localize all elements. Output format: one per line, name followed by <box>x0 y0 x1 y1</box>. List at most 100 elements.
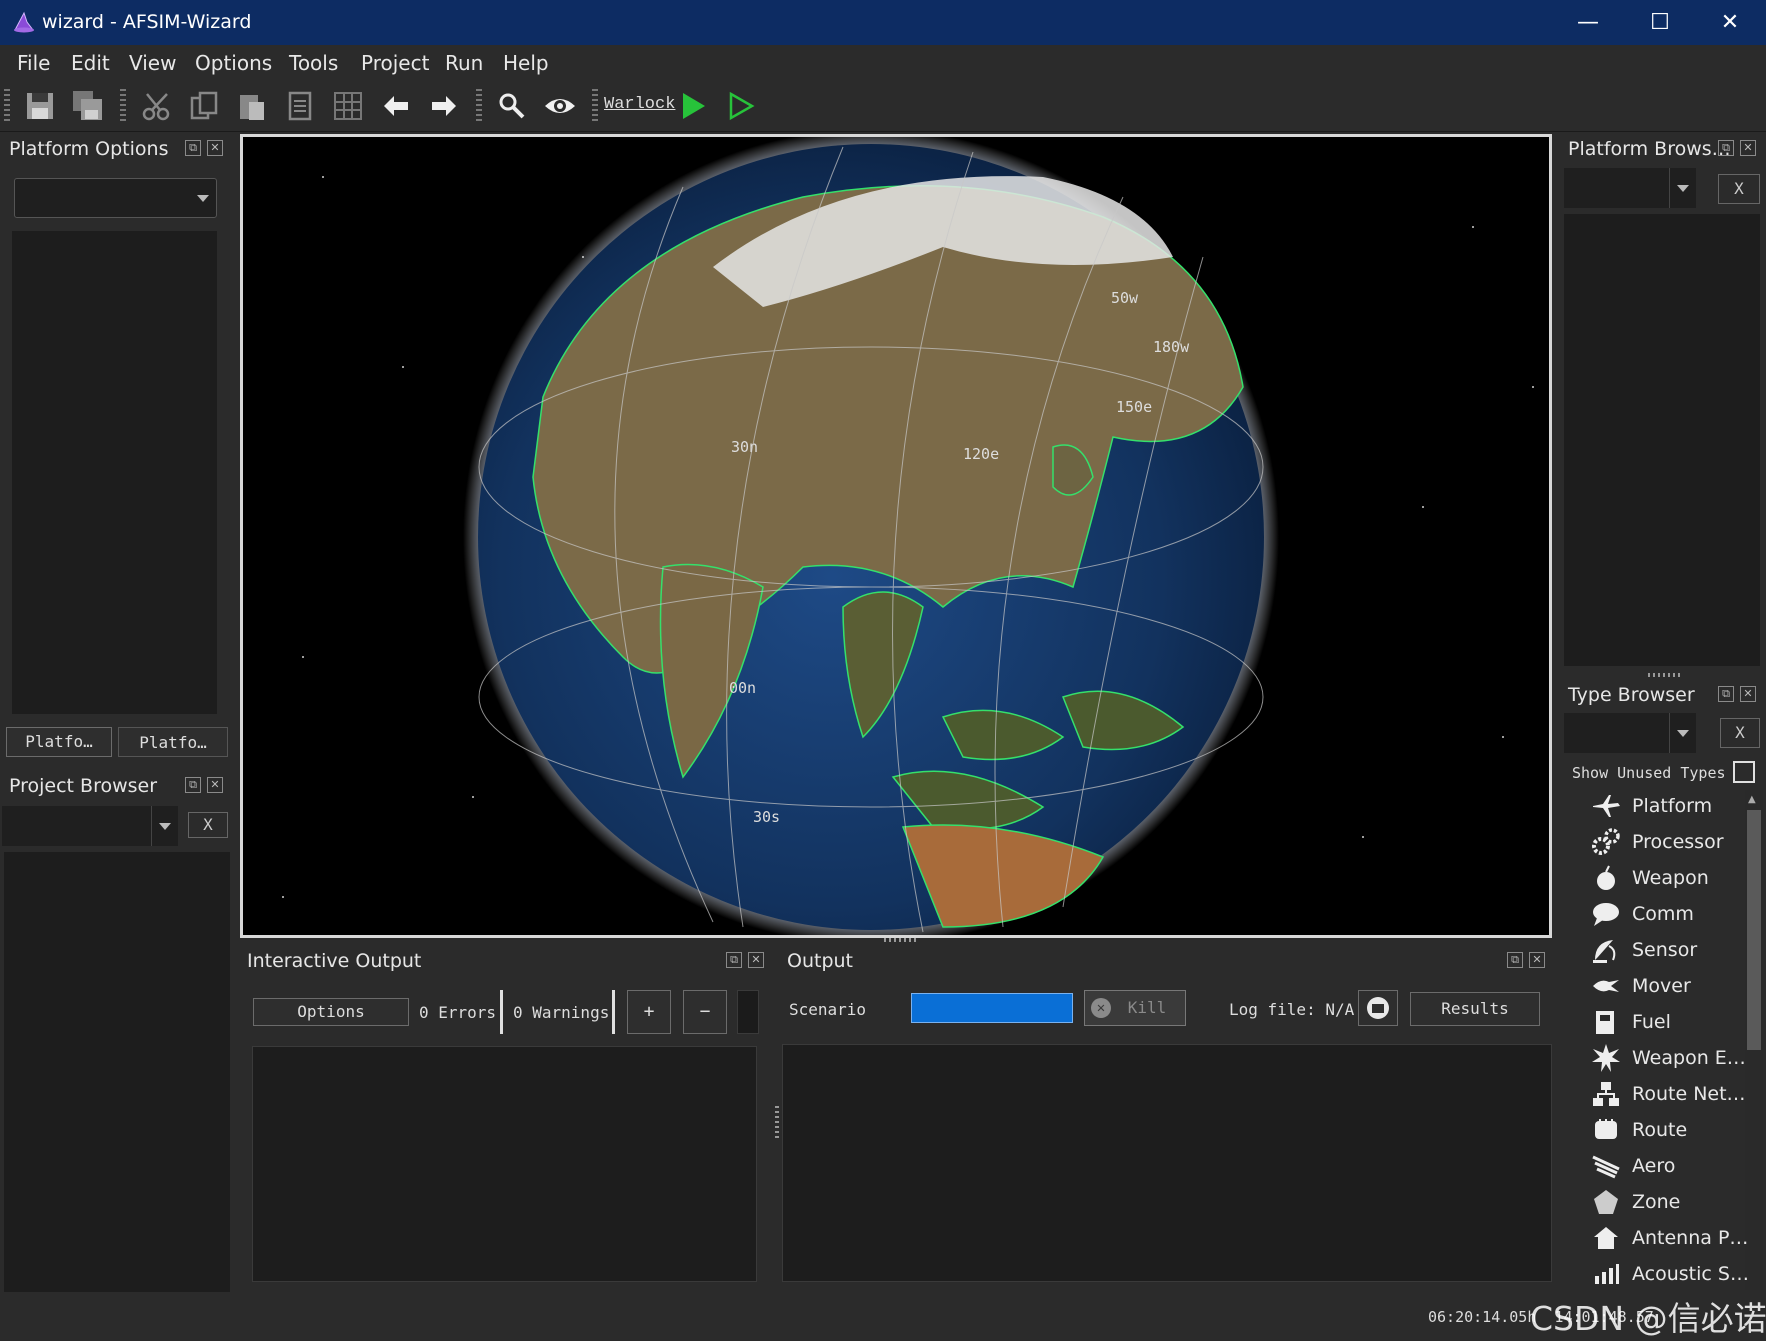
globe-canvas[interactable]: 50w 180w 150e 120e 30n 00n 30s <box>243 129 1549 945</box>
close-button[interactable]: ✕ <box>1694 0 1766 45</box>
type-browser-combo[interactable] <box>1564 713 1696 753</box>
toolbar-grip-3[interactable] <box>476 89 482 123</box>
chevron-down-icon <box>190 179 216 217</box>
results-button[interactable]: Results <box>1410 992 1540 1026</box>
toolbar-grip[interactable] <box>4 89 10 123</box>
warlock-link[interactable]: Warlock <box>604 95 675 114</box>
platform-browser-list <box>1564 214 1760 666</box>
splitter-handle-vertical[interactable] <box>775 1106 779 1140</box>
maximize-button[interactable]: ☐ <box>1624 0 1696 45</box>
back-arrow-icon[interactable] <box>376 87 416 125</box>
type-item-acoustic-signature[interactable]: Acoustic S… <box>1590 1259 1750 1289</box>
lat-label-30n: 30n <box>731 438 758 456</box>
minimize-button[interactable]: — <box>1552 0 1624 45</box>
wizard-hat-icon <box>14 11 34 33</box>
type-item-fuel[interactable]: Fuel <box>1590 1007 1750 1037</box>
close-panel-icon[interactable]: ✕ <box>207 140 223 156</box>
title-bar: wizard - AFSIM-Wizard — ☐ ✕ <box>0 0 1766 45</box>
type-item-sensor[interactable]: Sensor <box>1590 935 1750 965</box>
float-icon[interactable]: ⧉ <box>726 952 742 968</box>
platform-options-combo[interactable] <box>14 178 217 218</box>
close-panel-icon[interactable]: ✕ <box>748 952 764 968</box>
splitter-handle[interactable] <box>1648 673 1682 677</box>
paste-icon[interactable] <box>232 87 272 125</box>
tab-platform-2[interactable]: Platfo… <box>118 727 228 757</box>
show-unused-types-label: Show Unused Types <box>1572 764 1726 782</box>
project-browser-clear-button[interactable]: X <box>188 812 228 838</box>
tab-platform-1[interactable]: Platfo… <box>6 727 112 757</box>
show-unused-types-checkbox[interactable] <box>1733 761 1755 783</box>
type-item-processor[interactable]: Processor <box>1590 827 1750 857</box>
save-icon[interactable] <box>20 87 60 125</box>
lat-label-30s: 30s <box>753 808 780 826</box>
menu-edit[interactable]: Edit <box>63 49 118 77</box>
type-item-zone[interactable]: Zone <box>1590 1187 1750 1217</box>
map-view[interactable]: 50w 180w 150e 120e 30n 00n 30s <box>240 129 1552 945</box>
menu-project[interactable]: Project <box>353 49 437 77</box>
save-all-icon[interactable] <box>68 87 108 125</box>
options-button[interactable]: Options <box>253 998 409 1026</box>
menu-bar: File Edit View Options Tools Project Run… <box>0 45 1766 82</box>
type-item-label: Platform <box>1632 795 1713 817</box>
menu-view[interactable]: View <box>121 49 184 77</box>
platform-browser-combo[interactable] <box>1564 168 1696 208</box>
separator <box>612 990 615 1034</box>
zoom-out-button[interactable]: − <box>683 990 727 1034</box>
project-browser-combo[interactable] <box>2 806 178 846</box>
open-folder-button[interactable] <box>1358 990 1398 1026</box>
run-outline-icon[interactable] <box>721 87 761 125</box>
menu-help[interactable]: Help <box>495 49 557 77</box>
menu-tools[interactable]: Tools <box>281 49 346 77</box>
close-panel-icon[interactable]: ✕ <box>1740 686 1756 702</box>
float-icon[interactable]: ⧉ <box>1718 140 1734 156</box>
forward-arrow-icon[interactable] <box>424 87 464 125</box>
platform-browser-clear-button[interactable]: X <box>1718 174 1760 204</box>
menu-run[interactable]: Run <box>437 49 491 77</box>
grid-icon[interactable] <box>328 87 368 125</box>
float-icon[interactable]: ⧉ <box>185 140 201 156</box>
cut-icon[interactable] <box>137 87 177 125</box>
warnings-count[interactable]: 0 Warnings <box>513 1003 609 1022</box>
toolbar-grip-2[interactable] <box>120 89 126 123</box>
toolbar-grip-4[interactable] <box>592 89 598 123</box>
type-item-label: Comm <box>1632 903 1694 925</box>
weapon-icon <box>1590 864 1622 892</box>
close-panel-icon[interactable]: ✕ <box>1529 952 1545 968</box>
type-item-platform[interactable]: Platform <box>1590 791 1750 821</box>
type-item-route-network[interactable]: Route Net… <box>1590 1079 1750 1109</box>
splitter-handle[interactable] <box>884 938 918 942</box>
type-browser-dock-buttons: ⧉ ✕ <box>1718 686 1758 706</box>
menu-file[interactable]: File <box>9 49 58 77</box>
output-console[interactable] <box>782 1044 1552 1282</box>
search-icon[interactable] <box>492 87 532 125</box>
copy-icon[interactable] <box>184 87 224 125</box>
type-item-weapon-effects[interactable]: Weapon E… <box>1590 1043 1750 1073</box>
float-icon[interactable]: ⧉ <box>1718 686 1734 702</box>
type-item-route[interactable]: Route <box>1590 1115 1750 1145</box>
eye-icon[interactable] <box>540 87 580 125</box>
type-item-label: Weapon E… <box>1632 1047 1746 1069</box>
type-item-weapon[interactable]: Weapon <box>1590 863 1750 893</box>
kill-button[interactable]: ✕ Kill <box>1084 990 1186 1026</box>
float-icon[interactable]: ⧉ <box>185 777 201 793</box>
type-browser-clear-button[interactable]: X <box>1720 718 1760 748</box>
kill-icon: ✕ <box>1091 998 1111 1018</box>
errors-count[interactable]: 0 Errors <box>419 1003 496 1022</box>
print-icon[interactable] <box>280 87 320 125</box>
aero-icon <box>1590 1152 1622 1180</box>
type-item-comm[interactable]: Comm <box>1590 899 1750 929</box>
type-item-label: Route <box>1632 1119 1688 1141</box>
lon-label-150e: 150e <box>1116 398 1152 416</box>
float-icon[interactable]: ⧉ <box>1507 952 1523 968</box>
close-panel-icon[interactable]: ✕ <box>1740 140 1756 156</box>
type-item-aero[interactable]: Aero <box>1590 1151 1750 1181</box>
type-item-label: Fuel <box>1632 1011 1671 1033</box>
zoom-in-button[interactable]: + <box>627 990 671 1034</box>
type-item-mover[interactable]: Mover <box>1590 971 1750 1001</box>
interactive-output-console[interactable] <box>252 1046 757 1282</box>
type-item-antenna-pattern[interactable]: Antenna P… <box>1590 1223 1750 1253</box>
menu-options[interactable]: Options <box>187 49 280 77</box>
run-icon[interactable] <box>673 87 713 125</box>
type-item-label: Mover <box>1632 975 1691 997</box>
close-panel-icon[interactable]: ✕ <box>207 777 223 793</box>
